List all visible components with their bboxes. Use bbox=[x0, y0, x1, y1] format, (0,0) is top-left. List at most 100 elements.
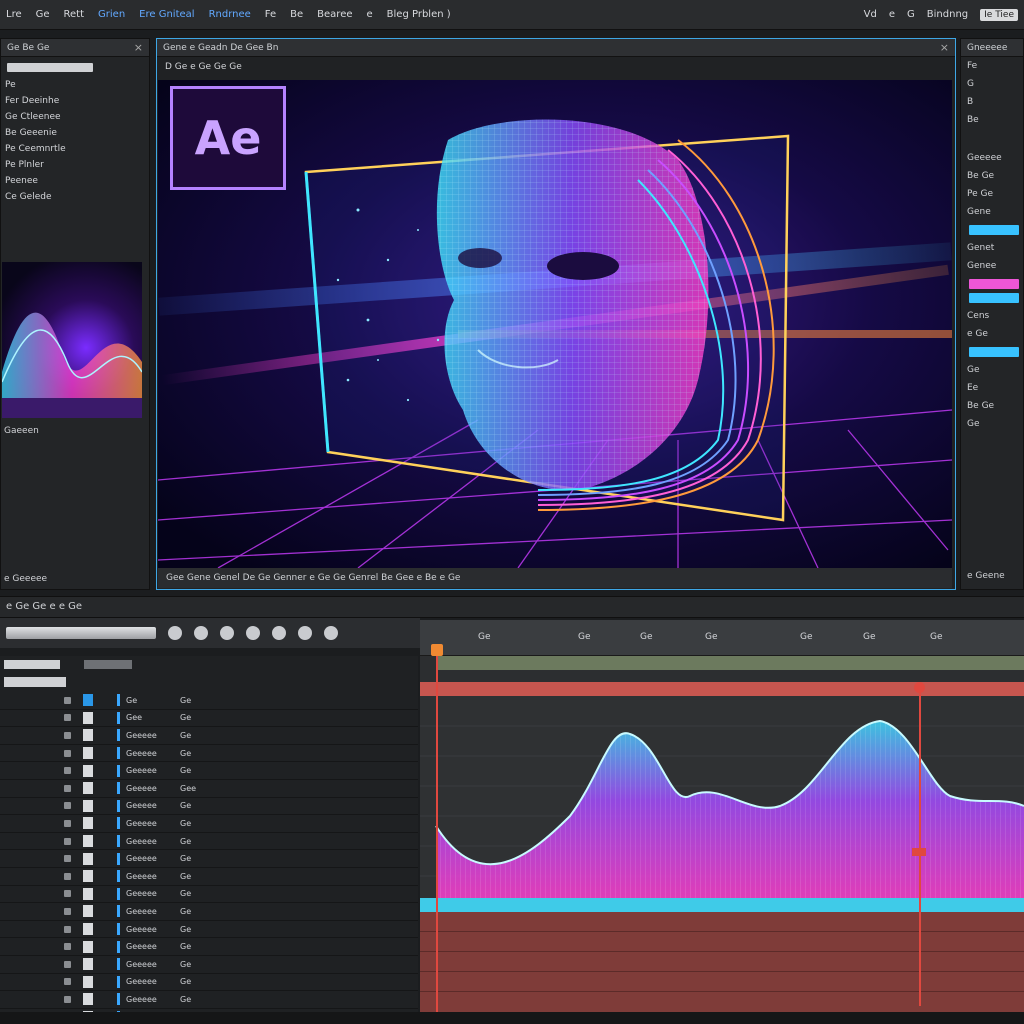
layer-property[interactable]: Ge bbox=[180, 801, 220, 810]
layer-row[interactable]: GeeeeeGe bbox=[0, 868, 418, 886]
property-row[interactable]: Be Ge bbox=[961, 167, 1023, 185]
menu-item[interactable]: Ere Gniteal bbox=[139, 9, 194, 20]
label-color-icon[interactable] bbox=[117, 711, 120, 724]
property-row[interactable]: G bbox=[961, 75, 1023, 93]
menu-item[interactable]: Bleg Prblen ) bbox=[387, 9, 451, 20]
visibility-toggle-icon[interactable] bbox=[64, 714, 71, 722]
label-color-icon[interactable] bbox=[117, 782, 120, 795]
layer-row[interactable]: GeeeeeGe bbox=[0, 974, 418, 992]
menu-item[interactable]: Grien bbox=[98, 9, 125, 20]
list-item[interactable]: Fer Deeinhe bbox=[1, 93, 149, 109]
label-color-icon[interactable] bbox=[117, 694, 120, 707]
menu-item[interactable]: Vd bbox=[864, 9, 877, 20]
layer-name[interactable]: Geeeee bbox=[126, 942, 180, 951]
label-color-icon[interactable] bbox=[117, 975, 120, 988]
layer-property[interactable]: Ge bbox=[180, 889, 220, 898]
timeline-search-input[interactable] bbox=[6, 627, 156, 639]
composition-thumbnail[interactable] bbox=[2, 262, 142, 418]
property-row[interactable]: Geeeee bbox=[961, 149, 1023, 167]
work-area-bar[interactable] bbox=[436, 656, 1024, 670]
layer-row[interactable]: GeeeeeGe bbox=[0, 815, 418, 833]
layer-row[interactable]: Gee Ge bbox=[0, 710, 418, 728]
layer-property[interactable]: Ge bbox=[180, 837, 220, 846]
menu-item[interactable]: Ge bbox=[36, 9, 50, 20]
time-ruler[interactable]: Ge Ge Ge Ge Ge Ge Ge bbox=[420, 620, 1024, 656]
layer-property[interactable]: Ge bbox=[180, 907, 220, 916]
column-header[interactable] bbox=[84, 659, 132, 669]
layer-name[interactable]: Geeeee bbox=[126, 995, 180, 1004]
tool-icon[interactable] bbox=[168, 626, 182, 640]
layer-property[interactable]: Ge bbox=[180, 977, 220, 986]
layer-row[interactable]: GeeeeeGe bbox=[0, 886, 418, 904]
list-item[interactable]: Pe Ceemnrtle bbox=[1, 141, 149, 157]
property-row[interactable]: B bbox=[961, 93, 1023, 111]
menu-item[interactable]: Rett bbox=[64, 9, 85, 20]
list-item[interactable]: Ge Ctleenee bbox=[1, 109, 149, 125]
menu-item[interactable]: Rndrnee bbox=[209, 9, 251, 20]
label-color-icon[interactable] bbox=[117, 958, 120, 971]
current-time-indicator[interactable] bbox=[436, 648, 438, 1012]
label-color-icon[interactable] bbox=[117, 764, 120, 777]
layer-name[interactable]: Geeeee bbox=[126, 889, 180, 898]
layer-name[interactable]: Geeeee bbox=[126, 837, 180, 846]
property-row[interactable]: Ee bbox=[961, 379, 1023, 397]
layer-property[interactable]: Ge bbox=[180, 995, 220, 1004]
label-color-icon[interactable] bbox=[117, 747, 120, 760]
layer-property[interactable]: Ge bbox=[180, 854, 220, 863]
layer-property[interactable]: Ge bbox=[180, 731, 220, 740]
property-row[interactable]: Ge bbox=[961, 361, 1023, 379]
color-swatch[interactable] bbox=[969, 347, 1019, 357]
list-item[interactable]: Ce Gelede bbox=[1, 189, 149, 205]
list-item[interactable]: Pe bbox=[1, 77, 149, 93]
tool-icon[interactable] bbox=[246, 626, 260, 640]
layer-row[interactable]: Geeeee Gee bbox=[0, 780, 418, 798]
menu-item[interactable]: Bindnng bbox=[927, 9, 968, 20]
menu-item[interactable]: e bbox=[889, 9, 895, 20]
layer-property[interactable]: Ge bbox=[180, 960, 220, 969]
label-color-icon[interactable] bbox=[117, 870, 120, 883]
layer-name[interactable]: Ge bbox=[126, 696, 180, 705]
property-row[interactable]: e Geene bbox=[961, 567, 1005, 585]
layer-name[interactable]: Geeeee bbox=[126, 784, 180, 793]
visibility-toggle-icon[interactable] bbox=[64, 890, 71, 898]
menu-item[interactable]: e bbox=[367, 9, 373, 20]
layer-row[interactable]: GeeeeeGe bbox=[0, 991, 418, 1009]
label-color-icon[interactable] bbox=[117, 729, 120, 742]
visibility-toggle-icon[interactable] bbox=[64, 819, 71, 827]
color-swatch[interactable] bbox=[969, 293, 1019, 303]
label-color-icon[interactable] bbox=[117, 940, 120, 953]
layer-duration-bar[interactable] bbox=[420, 682, 1024, 696]
layer-row[interactable]: GeeeeeGe bbox=[0, 850, 418, 868]
list-item[interactable]: Be Geeenie bbox=[1, 125, 149, 141]
tool-icon[interactable] bbox=[324, 626, 338, 640]
menu-item[interactable]: G bbox=[907, 9, 915, 20]
track-row[interactable] bbox=[420, 912, 1024, 932]
track-row[interactable] bbox=[420, 972, 1024, 992]
layer-name[interactable]: Gee bbox=[126, 713, 180, 722]
visibility-toggle-icon[interactable] bbox=[64, 907, 71, 915]
visibility-toggle-icon[interactable] bbox=[64, 767, 71, 775]
layer-name[interactable]: Geeeee bbox=[126, 960, 180, 969]
layer-name[interactable]: Geeeee bbox=[126, 925, 180, 934]
property-row[interactable]: Fe bbox=[961, 57, 1023, 75]
layer-property[interactable]: Ge bbox=[180, 819, 220, 828]
label-color-icon[interactable] bbox=[117, 799, 120, 812]
layer-property[interactable]: Ge bbox=[180, 749, 220, 758]
property-row[interactable]: Pe Ge bbox=[961, 185, 1023, 203]
color-swatch[interactable] bbox=[969, 279, 1019, 289]
keyframe-marker[interactable] bbox=[912, 848, 926, 856]
tool-icon[interactable] bbox=[298, 626, 312, 640]
visibility-toggle-icon[interactable] bbox=[64, 784, 71, 792]
visibility-toggle-icon[interactable] bbox=[64, 696, 71, 704]
list-item[interactable]: Pe Plnler bbox=[1, 157, 149, 173]
layer-property[interactable]: Ge bbox=[180, 925, 220, 934]
column-header[interactable] bbox=[4, 659, 60, 669]
layer-property[interactable]: Ge bbox=[180, 713, 220, 722]
close-icon[interactable]: × bbox=[134, 41, 143, 54]
layer-name[interactable]: Geeeee bbox=[126, 749, 180, 758]
layer-name[interactable]: Geeeee bbox=[126, 766, 180, 775]
visibility-toggle-icon[interactable] bbox=[64, 943, 71, 951]
layer-property[interactable]: Ge bbox=[180, 696, 220, 705]
tool-icon[interactable] bbox=[272, 626, 286, 640]
project-search-input[interactable] bbox=[7, 62, 93, 72]
